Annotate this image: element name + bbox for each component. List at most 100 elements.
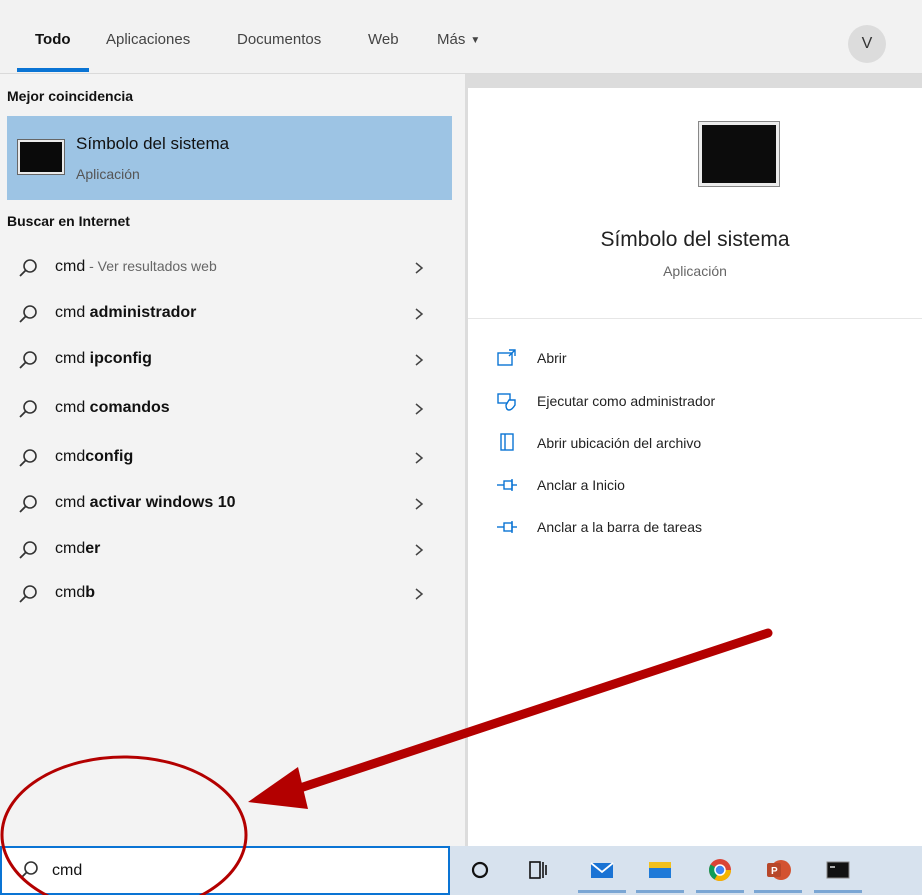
query-suggestion: comandos xyxy=(89,399,170,416)
action-label: Anclar a la barra de tareas xyxy=(537,519,702,535)
avatar[interactable]: V xyxy=(848,25,886,63)
start-search-panel: Todo Aplicaciones Documentos Web Más ▼ V … xyxy=(0,0,922,895)
tab-todo[interactable]: Todo xyxy=(35,31,71,48)
running-indicator xyxy=(696,890,744,893)
divider xyxy=(468,318,922,319)
web-search-item[interactable]: cmd comandos xyxy=(7,386,452,432)
best-match-item[interactable]: Símbolo del sistema Aplicación xyxy=(7,116,452,200)
web-search-header: Buscar en Internet xyxy=(7,213,130,229)
web-search-text: cmdconfig xyxy=(55,448,133,466)
query-prefix: cmd xyxy=(55,494,90,511)
chevron-right-icon xyxy=(415,262,424,274)
search-icon xyxy=(19,585,37,603)
pin-icon xyxy=(497,521,517,533)
task-view-icon[interactable] xyxy=(522,854,554,886)
query-hint: - Ver resultados web xyxy=(85,258,217,274)
running-indicator xyxy=(636,890,684,893)
query-prefix: cmd xyxy=(55,304,90,321)
query-suggestion: ipconfig xyxy=(89,350,152,367)
active-tab-indicator xyxy=(17,68,89,72)
web-search-text: cmd ipconfig xyxy=(55,350,152,368)
action-label: Anclar a Inicio xyxy=(537,477,625,493)
tab-mas[interactable]: Más ▼ xyxy=(437,31,480,48)
web-search-item[interactable]: cmd administrador xyxy=(7,291,452,337)
running-indicator xyxy=(754,890,802,893)
web-search-text: cmd - Ver resultados web xyxy=(55,258,217,276)
best-match-title: Símbolo del sistema xyxy=(76,134,230,153)
preview-title: Símbolo del sistema xyxy=(600,228,790,251)
running-indicator xyxy=(814,890,862,893)
query-prefix: cmd xyxy=(55,258,86,275)
query-suggestion: config xyxy=(85,448,134,465)
taskbar: P xyxy=(450,846,922,895)
search-icon xyxy=(20,861,38,879)
action-label: Abrir ubicación del archivo xyxy=(537,435,702,451)
query-suggestion: activar windows 10 xyxy=(89,494,236,511)
search-icon xyxy=(19,541,37,559)
best-match-header: Mejor coincidencia xyxy=(7,88,134,104)
search-filter-tabs: Todo Aplicaciones Documentos Web Más ▼ V xyxy=(0,0,922,74)
web-search-text: cmdb xyxy=(55,584,95,602)
cmd-icon[interactable] xyxy=(822,854,854,886)
running-indicator xyxy=(578,890,626,893)
pin-icon xyxy=(497,479,517,491)
preview-subtitle: Aplicación xyxy=(663,263,727,279)
web-search-item[interactable]: cmd ipconfig xyxy=(7,337,452,383)
action-anclar-inicio[interactable]: Anclar a Inicio xyxy=(496,471,896,501)
web-search-text: cmd comandos xyxy=(55,399,170,417)
web-search-item[interactable]: cmd - Ver resultados web xyxy=(7,245,452,291)
query-prefix: cmd xyxy=(55,540,86,557)
query-prefix: cmd xyxy=(55,584,86,601)
best-match-subtitle: Aplicación xyxy=(76,166,140,182)
shield-icon xyxy=(497,393,516,411)
action-ejecutar-admin[interactable]: Ejecutar como administrador xyxy=(496,387,896,417)
chevron-right-icon xyxy=(415,588,424,600)
mail-icon[interactable] xyxy=(586,854,618,886)
search-icon xyxy=(19,259,37,277)
preview-pane: Símbolo del sistema Aplicación Abrir Eje… xyxy=(468,88,922,846)
chevron-right-icon xyxy=(415,308,424,320)
search-icon xyxy=(19,495,37,513)
results-list: Mejor coincidencia Símbolo del sistema A… xyxy=(0,74,465,846)
query-suggestion: b xyxy=(85,584,96,601)
query-prefix: cmd xyxy=(55,350,90,367)
query-suggestion: administrador xyxy=(89,304,197,321)
web-search-item[interactable]: cmd activar windows 10 xyxy=(7,481,452,527)
web-search-text: cmd administrador xyxy=(55,304,196,322)
web-search-item[interactable]: cmdb xyxy=(7,571,452,617)
web-search-text: cmder xyxy=(55,540,100,558)
command-prompt-icon xyxy=(18,140,64,174)
file-location-icon xyxy=(500,433,514,451)
tab-aplicaciones[interactable]: Aplicaciones xyxy=(106,31,190,48)
query-prefix: cmd xyxy=(55,399,90,416)
chevron-right-icon xyxy=(415,354,424,366)
command-prompt-icon xyxy=(699,122,779,186)
chevron-right-icon xyxy=(415,544,424,556)
web-search-text: cmd activar windows 10 xyxy=(55,494,236,512)
file-explorer-icon[interactable] xyxy=(644,854,676,886)
web-search-item[interactable]: cmdconfig xyxy=(7,435,452,481)
cortana-icon[interactable] xyxy=(464,854,496,886)
search-box[interactable]: cmd xyxy=(0,846,450,895)
action-label: Ejecutar como administrador xyxy=(537,393,716,409)
action-abrir[interactable]: Abrir xyxy=(496,344,896,374)
svg-text:P: P xyxy=(771,866,778,877)
tab-documentos[interactable]: Documentos xyxy=(237,31,321,48)
search-icon xyxy=(19,351,37,369)
chevron-right-icon xyxy=(415,498,424,510)
open-icon xyxy=(497,349,516,366)
search-icon xyxy=(19,449,37,467)
action-abrir-ubicacion[interactable]: Abrir ubicación del archivo xyxy=(496,429,896,459)
caret-down-icon: ▼ xyxy=(470,34,481,46)
search-icon xyxy=(19,400,37,418)
tab-web[interactable]: Web xyxy=(368,31,399,48)
chevron-right-icon xyxy=(415,452,424,464)
chrome-icon[interactable] xyxy=(704,854,736,886)
tab-mas-label: Más xyxy=(437,31,466,48)
action-label: Abrir xyxy=(537,350,567,366)
powerpoint-icon[interactable]: P xyxy=(762,854,794,886)
search-input[interactable]: cmd xyxy=(52,862,82,880)
action-anclar-barra[interactable]: Anclar a la barra de tareas xyxy=(496,513,896,543)
query-suggestion: er xyxy=(85,540,101,557)
web-search-item[interactable]: cmder xyxy=(7,527,452,573)
